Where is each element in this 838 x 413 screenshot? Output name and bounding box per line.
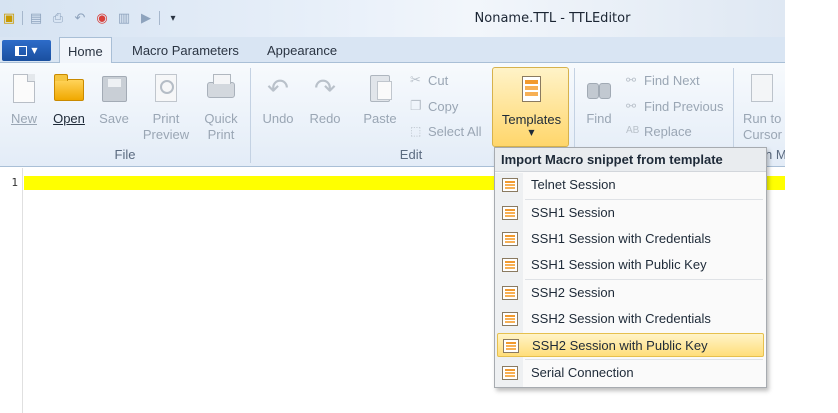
menu-item-telnet-session[interactable]: Telnet Session bbox=[497, 173, 764, 197]
copy-button[interactable]: ❐ Copy bbox=[410, 95, 458, 117]
group-separator bbox=[250, 68, 251, 163]
application-menu-button[interactable]: ▼ bbox=[2, 40, 51, 61]
desktop-background bbox=[785, 0, 838, 413]
file-group-label: File bbox=[114, 147, 136, 162]
template-icon bbox=[502, 312, 518, 326]
menu-item-ssh2-session-with-credentials[interactable]: SSH2 Session with Credentials bbox=[497, 307, 764, 331]
save-disk-icon bbox=[98, 73, 130, 105]
template-icon bbox=[502, 178, 518, 192]
menu-item-label: Telnet Session bbox=[531, 177, 616, 192]
run-group-label: n M bbox=[765, 147, 785, 162]
redo-label: Redo bbox=[309, 111, 341, 126]
save-label: Save bbox=[99, 111, 129, 126]
template-icon bbox=[502, 286, 518, 300]
new-label: New bbox=[10, 111, 37, 126]
copy-icon: ❐ bbox=[410, 98, 422, 113]
menu-separator bbox=[525, 199, 763, 200]
select-all-icon: ⬚ bbox=[410, 124, 422, 138]
replace-label: Replace bbox=[644, 123, 692, 139]
tab-home[interactable]: Home bbox=[59, 37, 112, 64]
undo-label: Undo bbox=[262, 111, 294, 126]
select-all-label: Select All bbox=[428, 123, 482, 139]
app-menu-icon bbox=[15, 45, 28, 56]
tab-macro-parameters[interactable]: Macro Parameters bbox=[124, 37, 247, 63]
binoculars-icon bbox=[583, 73, 615, 105]
menu-item-ssh1-session-with-credentials[interactable]: SSH1 Session with Credentials bbox=[497, 227, 764, 251]
find-button[interactable]: Find bbox=[579, 71, 619, 145]
quick-print-button[interactable]: Quick Print bbox=[198, 71, 244, 145]
find-next-icon: ⚯ bbox=[626, 73, 637, 87]
undo-icon: ↶ bbox=[267, 74, 289, 104]
print-preview-button[interactable]: Print Preview bbox=[139, 71, 193, 145]
paste-clipboard-icon bbox=[364, 73, 396, 105]
templates-label: Templates bbox=[501, 112, 562, 127]
cut-button[interactable]: ✂ Cut bbox=[410, 69, 448, 91]
window-title: Noname.TTL - TTLEditor bbox=[474, 11, 631, 26]
menu-item-ssh2-session-with-public-key[interactable]: SSH2 Session with Public Key bbox=[497, 333, 764, 357]
chevron-down-icon: ▼ bbox=[31, 46, 38, 55]
open-label: Open bbox=[53, 111, 85, 126]
menu-item-ssh1-session[interactable]: SSH1 Session bbox=[497, 201, 764, 225]
dropdown-header: Import Macro snippet from template bbox=[495, 148, 766, 172]
find-next-label: Find Next bbox=[644, 72, 700, 88]
print-preview-icon bbox=[150, 73, 182, 105]
template-icon bbox=[502, 258, 518, 272]
run-to-cursor-icon bbox=[746, 73, 778, 105]
cut-label: Cut bbox=[428, 72, 449, 88]
menu-item-ssh2-session[interactable]: SSH2 Session bbox=[497, 281, 764, 305]
tab-appearance[interactable]: Appearance bbox=[259, 37, 345, 63]
menu-item-label: SSH2 Session with Credentials bbox=[531, 311, 711, 326]
line-number: 1 bbox=[11, 176, 18, 189]
ttleditor-window: ▣ ▤ ⎙ ↶ ◉ ▥ ▶ ▾ Noname.TTL - TTLEditor ▼… bbox=[0, 0, 838, 413]
scissors-icon: ✂ bbox=[410, 72, 421, 87]
menu-item-label: SSH2 Session bbox=[531, 285, 615, 300]
replace-button[interactable]: AB Replace bbox=[626, 120, 692, 142]
run-to-cursor-label: Run to Cursor bbox=[743, 111, 783, 142]
redo-button[interactable]: ↷ Redo bbox=[305, 71, 345, 145]
open-folder-icon bbox=[53, 73, 85, 105]
menu-item-label: Serial Connection bbox=[531, 365, 634, 380]
print-preview-label: Print Preview bbox=[142, 111, 190, 142]
title-bar: ▣ ▤ ⎙ ↶ ◉ ▥ ▶ ▾ Noname.TTL - TTLEditor bbox=[0, 0, 785, 37]
paste-label: Paste bbox=[363, 111, 397, 126]
run-to-cursor-button[interactable]: Run to Cursor bbox=[740, 71, 784, 145]
templates-icon bbox=[515, 74, 547, 106]
quick-print-label: Quick Print bbox=[204, 111, 238, 142]
template-icon bbox=[502, 366, 518, 380]
printer-icon bbox=[205, 73, 237, 105]
open-button[interactable]: Open bbox=[49, 71, 89, 145]
template-icon bbox=[503, 339, 519, 353]
find-next-button[interactable]: ⚯ Find Next bbox=[626, 69, 700, 91]
templates-button[interactable]: Templates ▼ bbox=[492, 67, 569, 147]
redo-icon: ↷ bbox=[314, 74, 336, 104]
find-label: Find bbox=[586, 111, 612, 126]
menu-item-ssh1-session-with-public-key[interactable]: SSH1 Session with Public Key bbox=[497, 253, 764, 277]
template-icon bbox=[502, 206, 518, 220]
menu-item-label: SSH1 Session with Credentials bbox=[531, 231, 711, 246]
menu-separator bbox=[525, 279, 763, 280]
select-all-button[interactable]: ⬚ Select All bbox=[410, 120, 481, 142]
save-button[interactable]: Save bbox=[94, 71, 134, 145]
find-previous-icon: ⚯ bbox=[626, 99, 637, 113]
new-document-icon bbox=[8, 73, 40, 105]
menu-item-label: SSH1 Session with Public Key bbox=[531, 257, 707, 272]
line-number-gutter: 1 bbox=[0, 168, 23, 413]
templates-dropdown-menu: Import Macro snippet from template Telne… bbox=[494, 147, 767, 388]
find-previous-label: Find Previous bbox=[644, 98, 724, 114]
template-icon bbox=[502, 232, 518, 246]
menu-item-label: SSH2 Session with Public Key bbox=[532, 338, 708, 353]
new-button[interactable]: New bbox=[4, 71, 44, 145]
undo-button[interactable]: ↶ Undo bbox=[258, 71, 298, 145]
menu-separator bbox=[525, 359, 763, 360]
paste-button[interactable]: Paste bbox=[360, 71, 400, 145]
menu-item-label: SSH1 Session bbox=[531, 205, 615, 220]
menu-item-serial-connection[interactable]: Serial Connection bbox=[497, 361, 764, 385]
chevron-down-icon: ▼ bbox=[528, 128, 535, 137]
ribbon-tab-row: ▼ Home Macro Parameters Appearance bbox=[0, 37, 785, 64]
copy-label: Copy bbox=[428, 98, 459, 114]
replace-icon: AB bbox=[626, 125, 640, 136]
find-previous-button[interactable]: ⚯ Find Previous bbox=[626, 95, 723, 117]
